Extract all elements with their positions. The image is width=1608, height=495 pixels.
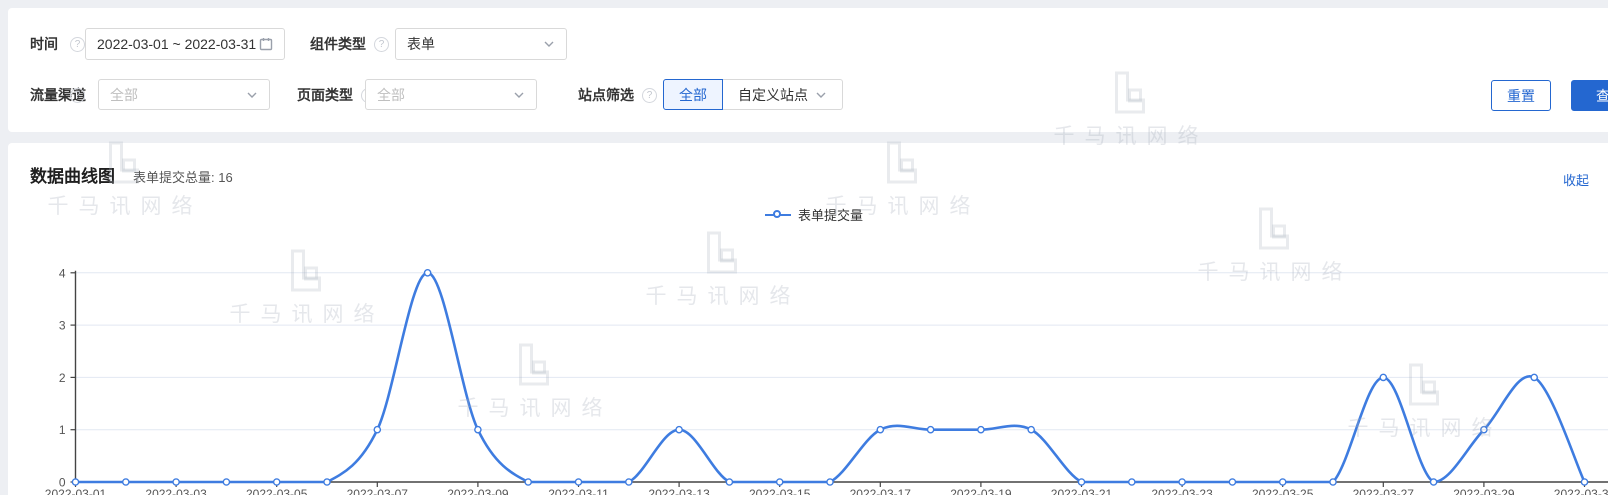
component-type-value: 表单 <box>407 34 543 54</box>
legend-item-form-submissions[interactable]: 表单提交量 <box>765 205 863 224</box>
traffic-channel-value: 全部 <box>110 85 246 105</box>
reset-button[interactable]: 重置 <box>1491 80 1551 111</box>
page-type-select[interactable]: 全部 <box>365 79 537 110</box>
page-type-value: 全部 <box>377 85 513 105</box>
legend-label: 表单提交量 <box>798 205 863 224</box>
chart-total-summary: 表单提交总量: 16 <box>133 167 233 186</box>
component-type-help-icon[interactable]: ? <box>374 37 389 52</box>
date-range-input[interactable]: 2022-03-01 ~ 2022-03-31 <box>85 28 285 60</box>
chevron-down-icon <box>513 89 525 101</box>
site-filter-help-icon[interactable]: ? <box>642 88 657 103</box>
query-button[interactable]: 查询 <box>1571 80 1608 111</box>
curve-chart-card: 数据曲线图 表单提交总量: 16 收起 表单提交量 <box>8 143 1608 495</box>
site-filter-custom-label: 自定义站点 <box>738 85 808 105</box>
chevron-down-icon <box>543 38 555 50</box>
component-type-select[interactable]: 表单 <box>395 28 567 60</box>
site-filter-custom-button[interactable]: 自定义站点 <box>723 79 843 110</box>
site-filter-all-button[interactable]: 全部 <box>663 79 723 110</box>
traffic-channel-help-icon[interactable]: ? <box>70 88 85 103</box>
component-type-label: 组件类型 <box>310 28 366 60</box>
query-button-label: 查询 <box>1596 86 1608 106</box>
chart-title: 数据曲线图 <box>30 162 115 187</box>
calendar-icon <box>259 37 273 51</box>
chevron-down-icon <box>815 89 827 101</box>
collapse-link[interactable]: 收起 <box>1563 170 1589 189</box>
page-type-label: 页面类型 <box>297 79 353 111</box>
legend-line-marker-icon <box>765 211 791 219</box>
site-filter-segmented: 全部 自定义站点 <box>663 79 843 110</box>
time-filter-label: 时间 <box>30 28 58 60</box>
filter-card: 时间 ? 2022-03-01 ~ 2022-03-31 组件类型 ? 表单 流… <box>8 8 1608 132</box>
chevron-down-icon <box>246 89 258 101</box>
traffic-channel-select[interactable]: 全部 <box>98 79 270 110</box>
time-help-icon[interactable]: ? <box>70 37 85 52</box>
site-filter-label: 站点筛选 <box>578 79 634 111</box>
reset-button-label: 重置 <box>1507 86 1535 106</box>
date-range-value: 2022-03-01 ~ 2022-03-31 <box>97 36 259 52</box>
site-filter-all-label: 全部 <box>679 85 707 105</box>
